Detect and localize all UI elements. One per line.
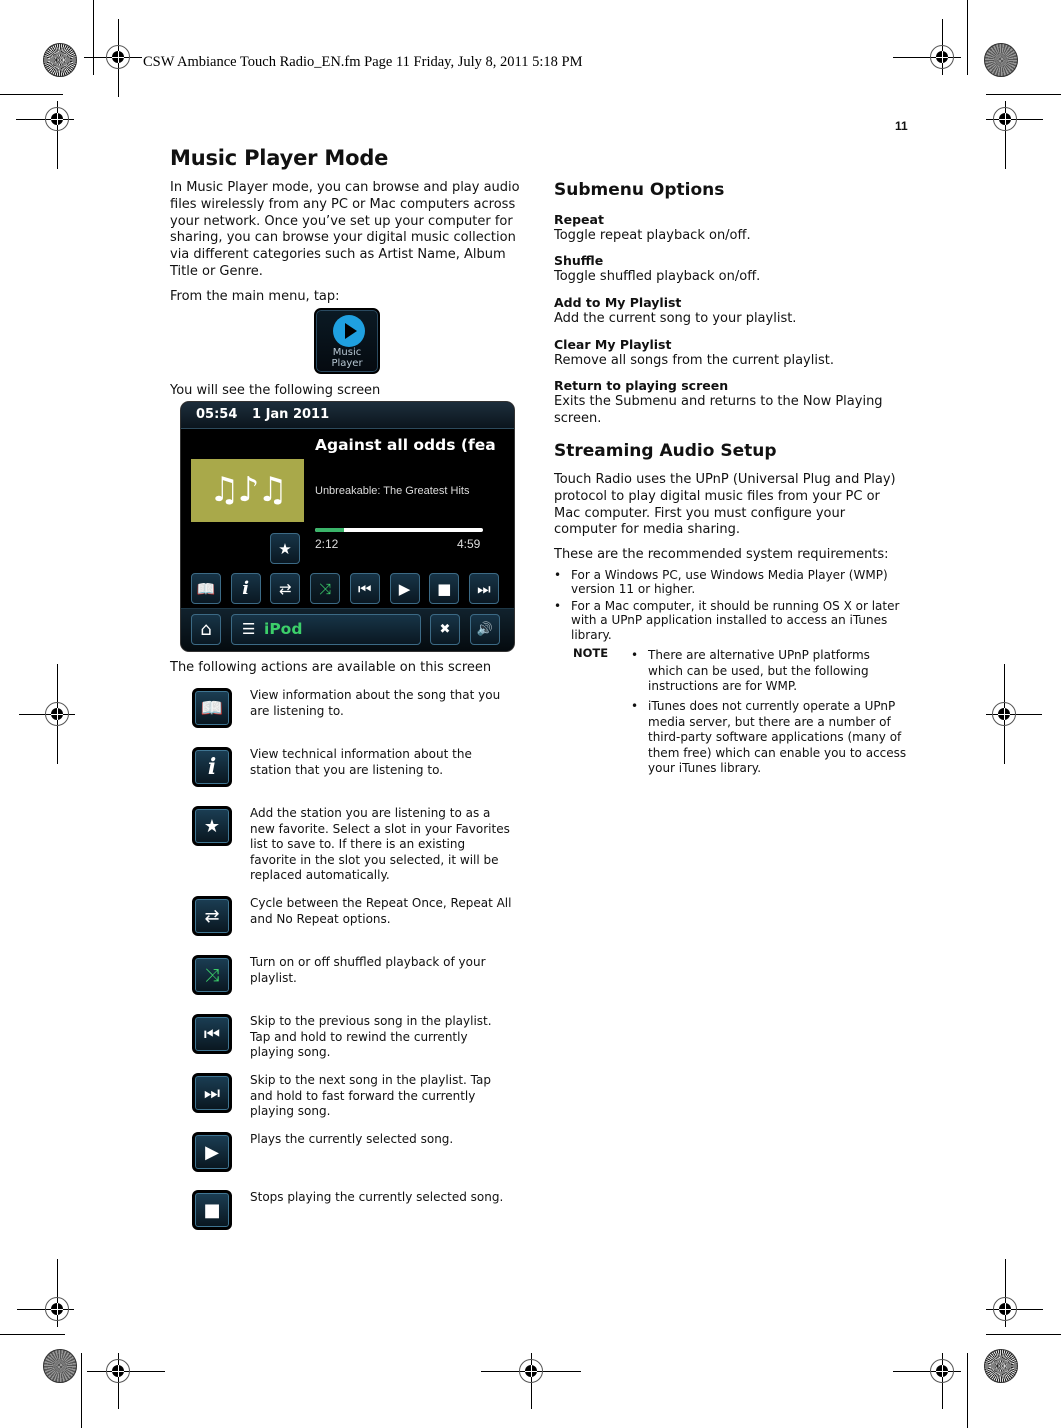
music-player-launcher[interactable]: Music Player [314,308,380,374]
streaming-intro: Touch Radio uses the UPnP (Universal Plu… [554,472,896,538]
repeat-button[interactable]: ⇄ [270,573,301,604]
action-description: Skip to the next song in the playlist. T… [250,1073,491,1119]
option-title: Return to playing screen [554,378,729,393]
note-item: • There are alternative UPnP platforms wh… [631,648,870,694]
action-description: View information about the song that you… [250,688,501,718]
stop-icon: ■ [437,579,452,598]
trim-line [967,0,968,75]
previous-button[interactable]: ⏮ [349,573,380,604]
actions-intro: The following actions are available on t… [170,660,492,675]
station-info-button[interactable]: i [230,573,261,604]
progress-bar[interactable] [315,528,483,532]
action-description: Skip to the previous song in the playlis… [250,1014,492,1060]
trim-line [81,1353,82,1428]
note-label: NOTE [573,646,609,660]
starburst-mark-top-right [984,43,1018,77]
action-description: Cycle between the Repeat Once, Repeat Al… [250,896,512,926]
trim-line [986,94,1061,95]
favorite-add-icon: ★ [278,539,292,558]
starburst-mark-top-left [43,43,77,77]
next-button[interactable]: ⏭ [468,573,499,604]
action-description: View technical information about the sta… [250,747,472,777]
total-time: 4:59 [457,537,481,551]
book-icon: 📖 [192,688,232,728]
stop-icon: ■ [192,1190,232,1230]
page-title: Music Player Mode [170,146,389,170]
skip-back-icon: ⏮ [192,1014,232,1054]
source-selector[interactable]: ☰ iPod [231,614,421,645]
requirements-intro: These are the recommended system require… [554,547,889,562]
skip-back-icon: ⏮ [358,579,372,598]
info-icon: i [192,747,232,787]
volume-icon: 🔊 [476,622,494,637]
trim-line [967,1353,968,1428]
play-icon: ▶ [192,1132,232,1172]
action-description: Plays the currently selected song. [250,1132,454,1146]
bottom-bar: ⌂ ☰ iPod ✖ 🔊 [181,608,514,651]
starburst-mark-bottom-left [43,1349,77,1383]
skip-forward-icon: ⏭ [192,1073,232,1113]
song-info-button[interactable]: 📖 [191,573,221,604]
close-icon: ✖ [439,622,451,637]
shuffle-button[interactable]: ⤨ [310,573,341,604]
page-number: 11 [895,119,908,133]
intro-paragraph: In Music Player mode, you can browse and… [170,180,520,279]
option-title: Repeat [554,212,604,227]
launcher-label: Music Player [331,347,363,369]
play-circle-icon [333,315,365,347]
option-title: Add to My Playlist [554,295,682,310]
playback-controls: 📖 i ⇄ ⤨ ⏮ ▶ ■ ⏭ [181,570,514,608]
action-description: Turn on or off shuffled playback of your… [250,955,486,985]
option-description: Toggle shuffled playback on/off. [554,269,761,284]
close-button[interactable]: ✖ [430,614,460,645]
clock: 05:54 [196,407,238,422]
action-description: Add the station you are listening to as … [250,806,510,883]
status-bar: 05:54 1 Jan 2011 [181,402,514,429]
book-icon: 📖 [196,579,216,598]
note-item: • iTunes does not currently operate a UPn… [631,699,907,776]
menu-icon: ☰ [242,620,256,638]
option-description: Exits the Submenu and returns to the Now… [554,394,883,426]
home-button[interactable]: ⌂ [191,614,221,645]
repeat-icon: ⇄ [279,579,292,598]
info-icon: i [242,578,250,599]
album-name: Unbreakable: The Greatest Hits [315,485,470,497]
option-description: Toggle repeat playback on/off. [554,228,751,243]
trim-line [0,94,63,95]
option-description: Add the current song to your playlist. [554,311,797,326]
elapsed-time: 2:12 [315,537,339,551]
trim-line [0,1334,65,1335]
source-label: iPod [264,620,303,638]
print-stamp: CSW Ambiance Touch Radio_EN.fm Page 11 F… [143,54,583,70]
shuffle-icon: ⤨ [192,955,232,995]
now-playing-screen: 05:54 1 Jan 2011 ♫♪♫ Against all odds (f… [181,402,514,651]
option-title: Clear My Playlist [554,337,672,352]
shuffle-icon: ⤨ [319,579,332,598]
from-menu-text: From the main menu, tap: [170,289,340,304]
stop-button[interactable]: ■ [429,573,460,604]
album-art: ♫♪♫ [191,459,304,522]
add-favorite-button[interactable]: ★ [270,533,300,564]
skip-forward-icon: ⏭ [477,579,491,598]
repeat-icon: ⇄ [192,896,232,936]
requirement-item: • For a Windows PC, use Windows Media Pla… [554,568,888,597]
progress-fill [315,528,344,532]
action-description: Stops playing the currently selected son… [250,1190,504,1204]
trim-line [986,1334,1061,1335]
submenu-heading: Submenu Options [554,180,725,200]
requirement-item: • For a Mac computer, it should be runnin… [554,599,900,642]
streaming-heading: Streaming Audio Setup [554,441,777,461]
trim-line [93,0,94,75]
option-title: Shuffle [554,253,604,268]
play-icon: ▶ [398,579,411,598]
home-icon: ⌂ [200,619,212,640]
see-screen-text: You will see the following screen [170,383,381,398]
date: 1 Jan 2011 [252,407,330,422]
starburst-mark-bottom-right [984,1349,1018,1383]
option-description: Remove all songs from the current playli… [554,353,834,368]
favorite-add-icon: ★ [192,806,232,846]
volume-button[interactable]: 🔊 [470,614,500,645]
song-title: Against all odds (fea [315,436,496,454]
play-button[interactable]: ▶ [389,573,420,604]
